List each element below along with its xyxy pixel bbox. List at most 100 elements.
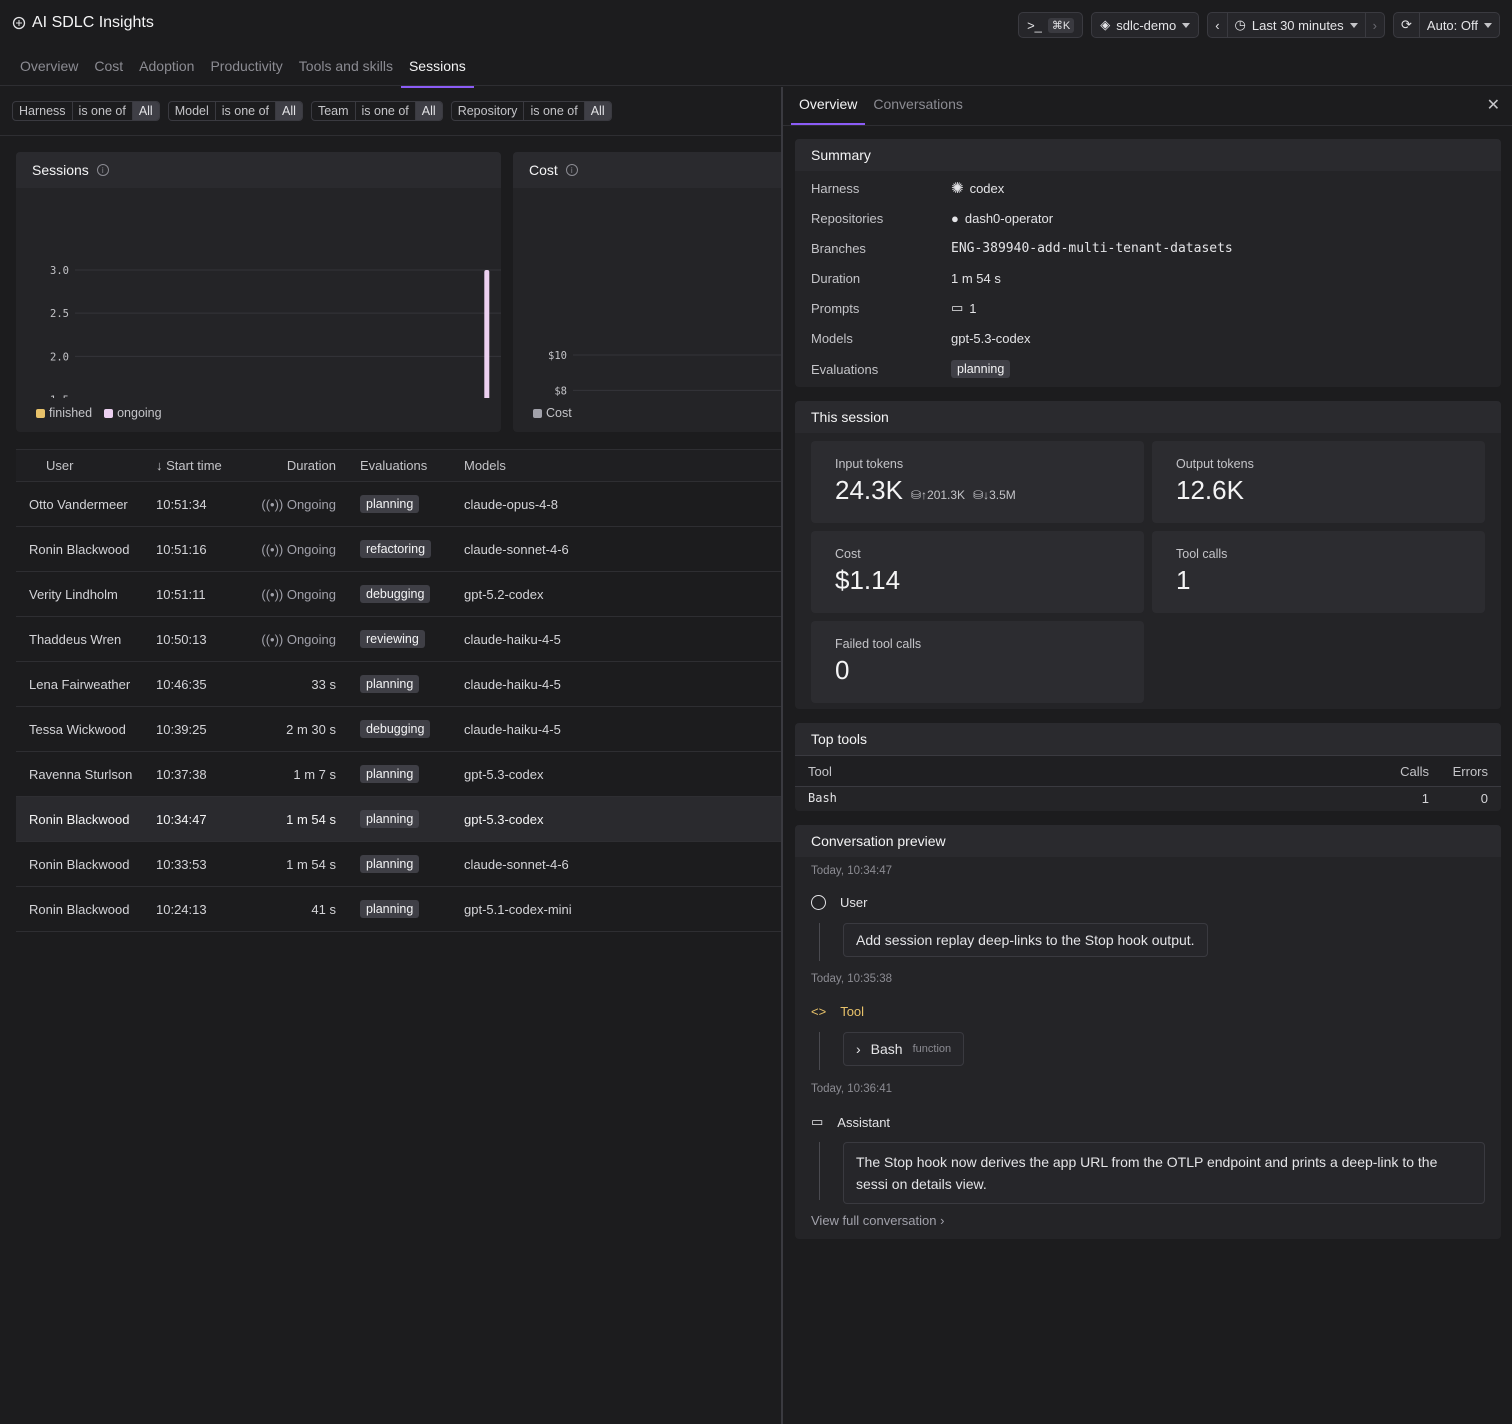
- chat-bubble-icon: ▭: [811, 1114, 824, 1129]
- table-row[interactable]: Bash 1 0: [795, 787, 1501, 811]
- info-icon[interactable]: i: [96, 164, 109, 176]
- prev-range-button[interactable]: ‹: [1208, 13, 1226, 37]
- col-user[interactable]: User: [16, 458, 156, 473]
- evaluation-badge: refactoring: [360, 540, 432, 558]
- legend-label: ongoing: [117, 406, 162, 420]
- openai-icon: ✺: [951, 180, 964, 197]
- kv-value[interactable]: dash0-operator: [965, 211, 1053, 226]
- cell-user: Otto Vandermeer: [29, 496, 128, 512]
- col-calls: Calls: [1400, 764, 1429, 779]
- tool-call-expander[interactable]: › Bash function: [843, 1032, 965, 1066]
- evaluation-badge: planning: [360, 900, 420, 918]
- table-row[interactable]: Ravenna Sturlson 10:37:38 1 m 7 s planning g…: [16, 752, 781, 797]
- message-role-assistant: ▭ Assistant: [811, 1114, 890, 1130]
- cell-duration: 33 s: [311, 676, 336, 692]
- close-icon[interactable]: ✕: [1487, 95, 1500, 115]
- cell-evaluation: refactoring: [336, 540, 464, 558]
- tab-detail-overview[interactable]: Overview: [791, 87, 866, 125]
- kv-key: Branches: [811, 240, 866, 256]
- y-tick-label: 3.0: [50, 265, 69, 277]
- dataset-select[interactable]: ◈ sdlc-demo: [1091, 12, 1200, 38]
- filter-model[interactable]: Model is one of All: [167, 101, 303, 121]
- table-row[interactable]: Ronin Blackwood 10:24:13 41 s planning gpt-5…: [16, 887, 781, 932]
- stat-output-tokens: Output tokens 12.6K: [1152, 441, 1485, 523]
- stat-label: Tool calls: [1176, 547, 1228, 561]
- legend-item-finished[interactable]: finished: [36, 406, 92, 420]
- terminal-icon: >_: [1027, 17, 1042, 33]
- table-row[interactable]: Thaddeus Wren 10:50:13 ((•)) Ongoing review…: [16, 617, 781, 662]
- cell-model: gpt-5.2-codex: [464, 586, 544, 602]
- kv-value: codex: [969, 180, 1005, 196]
- tab-overview[interactable]: Overview: [12, 50, 86, 88]
- chevron-down-icon: [1484, 22, 1492, 28]
- auto-refresh-value: Auto: Off: [1426, 17, 1478, 33]
- legend-item-cost[interactable]: Cost: [533, 406, 572, 420]
- message-timestamp: Today, 10:35:38: [811, 973, 892, 985]
- cell-start-time: 10:34:47: [156, 811, 207, 827]
- cost-chart-panel: Cost i $10$8$6$4$2010:2210:30 Cost: [513, 152, 781, 432]
- stat-value: 0: [835, 655, 850, 685]
- col-duration[interactable]: Duration: [256, 458, 336, 473]
- cell-user: Tessa Wickwood: [29, 721, 126, 737]
- time-range-select[interactable]: ◷ Last 30 minutes: [1226, 13, 1365, 37]
- sort-desc-icon: ↓: [156, 458, 167, 473]
- filter-repository[interactable]: Repository is one of All: [450, 101, 612, 121]
- next-range-button[interactable]: ›: [1364, 13, 1384, 37]
- stat-value: $1.14: [835, 565, 901, 595]
- tab-cost[interactable]: Cost: [86, 50, 131, 88]
- cell-duration: 1 m 54 s: [286, 811, 336, 827]
- cell-start-time: 10:46:35: [156, 676, 207, 692]
- tab-detail-conversations[interactable]: Conversations: [865, 87, 971, 125]
- tab-tools-and-skills[interactable]: Tools and skills: [291, 50, 401, 88]
- auto-refresh-select[interactable]: Auto: Off: [1418, 13, 1499, 37]
- role-label: Tool: [840, 1004, 865, 1019]
- cell-duration: 1 m 7 s: [293, 766, 336, 782]
- table-row[interactable]: Otto Vandermeer 10:51:34 ((•)) Ongoing plan…: [16, 482, 781, 527]
- cell-start-time: 10:51:16: [156, 541, 207, 557]
- this-session-panel: This session Input tokens 24.3K ⛁↑201.3K…: [795, 401, 1501, 709]
- table-row[interactable]: Verity Lindholm 10:51:11 ((•)) Ongoing debu…: [16, 572, 781, 617]
- view-full-conversation-link[interactable]: View full conversation ›: [811, 1213, 944, 1228]
- evaluation-badge: planning: [360, 810, 420, 828]
- summary-evaluations: Evaluations planning: [811, 358, 1011, 380]
- command-palette-button[interactable]: >_ ⌘K: [1018, 12, 1084, 38]
- cell-evaluation: debugging: [336, 585, 464, 603]
- col-start-time[interactable]: ↓ Start time: [156, 458, 256, 473]
- refresh-button[interactable]: ⟳: [1394, 13, 1419, 37]
- col-evaluations[interactable]: Evaluations: [336, 458, 464, 473]
- table-row[interactable]: Ronin Blackwood 10:34:47 1 m 54 s planning g…: [16, 797, 781, 842]
- cell-user: Verity Lindholm: [29, 586, 118, 602]
- col-models[interactable]: Models: [464, 458, 781, 473]
- cell-user: Ronin Blackwood: [29, 901, 130, 917]
- summary-prompts: Prompts ▭ 1: [811, 297, 977, 319]
- cache-read: ⛁↓3.5M: [973, 488, 1016, 502]
- chevron-right-icon: ›: [940, 1213, 945, 1228]
- table-row[interactable]: Ronin Blackwood 10:33:53 1 m 54 s planning c…: [16, 842, 781, 887]
- stat-value: 12.6K: [1176, 475, 1244, 505]
- role-label: Assistant: [837, 1114, 891, 1130]
- filter-op: is one of: [354, 102, 415, 120]
- filter-value: All: [275, 102, 302, 120]
- session-detail-pane: Overview Conversations ✕ Summary Harness…: [781, 87, 1512, 1424]
- summary-title: Summary: [795, 139, 1501, 171]
- legend-item-ongoing[interactable]: ongoing: [104, 406, 162, 420]
- sessions-chart-panel: Sessions i 3.02.52.01.51.00.5010:2210:30…: [16, 152, 501, 432]
- main-tabs: Overview Cost Adoption Productivity Tool…: [12, 50, 474, 88]
- stat-input-tokens: Input tokens 24.3K ⛁↑201.3K ⛁↓3.5M: [811, 441, 1144, 523]
- table-row[interactable]: Tessa Wickwood 10:39:25 2 m 30 s debugging c…: [16, 707, 781, 752]
- tools-table-header: Tool Calls Errors: [795, 755, 1501, 787]
- tab-productivity[interactable]: Productivity: [202, 50, 290, 88]
- legend-label: finished: [49, 406, 93, 420]
- stat-value: 1: [1176, 565, 1191, 595]
- tab-sessions[interactable]: Sessions: [400, 50, 474, 88]
- conversation-preview-panel: Conversation preview Today, 10:34:47 Use…: [795, 825, 1501, 1239]
- cell-start-time: 10:39:25: [156, 721, 207, 737]
- table-row[interactable]: Ronin Blackwood 10:51:16 ((•)) Ongoing refa…: [16, 527, 781, 572]
- tab-adoption[interactable]: Adoption: [131, 50, 202, 88]
- filter-team[interactable]: Team is one of All: [310, 101, 443, 121]
- cell-model: claude-sonnet-4-6: [464, 541, 569, 557]
- info-icon[interactable]: i: [565, 164, 578, 176]
- table-row[interactable]: Lena Fairweather 10:46:35 33 s planning clau…: [16, 662, 781, 707]
- filter-harness[interactable]: Harness is one of All: [12, 101, 160, 121]
- message-timestamp: Today, 10:34:47: [811, 865, 892, 877]
